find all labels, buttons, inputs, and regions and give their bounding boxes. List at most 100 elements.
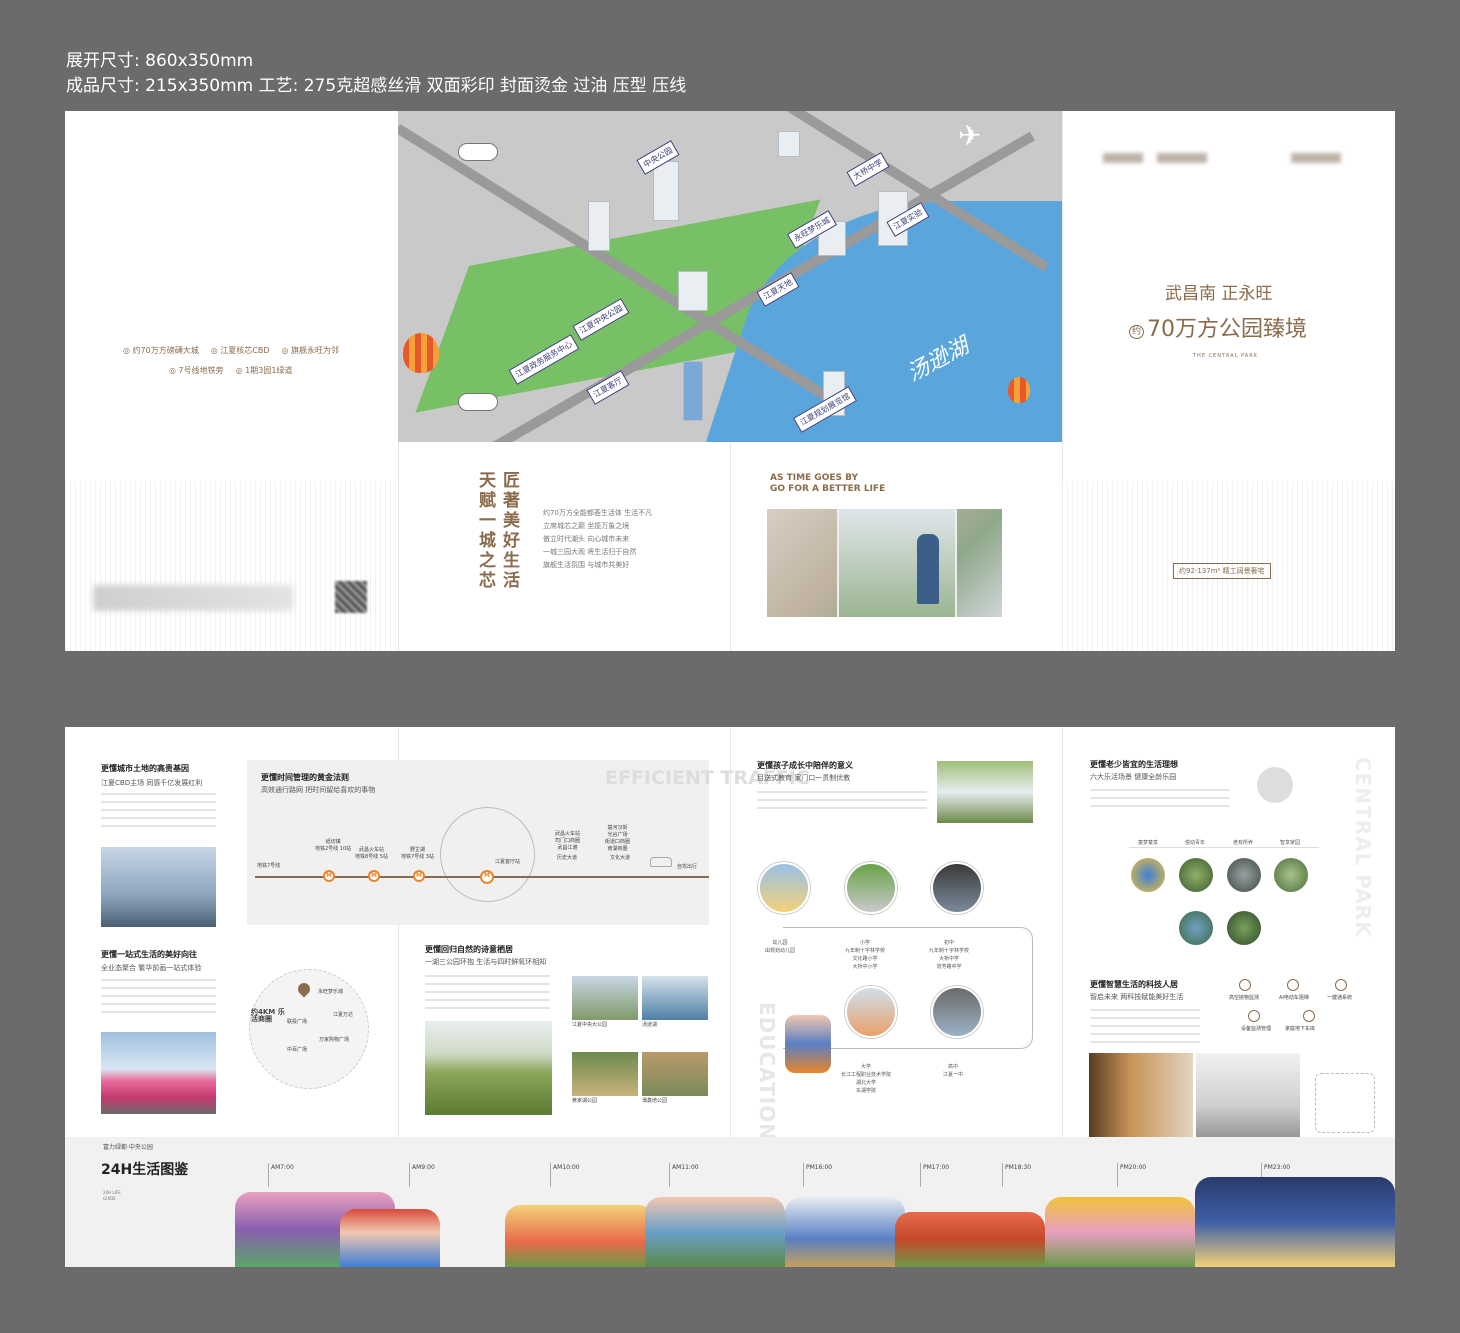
timeline-time: AM11:00: [672, 1164, 699, 1171]
station-label: 野芷湖 地铁7号线 3站: [401, 847, 434, 861]
park-thumb: [572, 1052, 638, 1096]
station-note: 地铁7号线 3站: [401, 854, 434, 860]
cover-slogan: 武昌南 正永旺: [1165, 284, 1273, 304]
self-drive-label: 自驾出行: [677, 864, 698, 870]
inside-sheet: 更懂城市土地的高贵基因 江夏CBD主场 同感千亿发展红利 EFFICIENT T…: [65, 727, 1395, 1267]
monitor-icon: [1248, 1010, 1260, 1022]
cover-english: THE CENTRAL PARK: [1193, 353, 1258, 359]
cloud-icon: [458, 143, 498, 161]
building: [678, 271, 708, 311]
qr-code: [335, 581, 367, 613]
timeline-time: PM18:30: [1005, 1164, 1032, 1171]
spec-line-1: 展开尺寸: 860x350mm: [66, 51, 254, 71]
section-subtitle: 全业态聚合 繁华前画一站式体验: [101, 964, 202, 972]
alarm-icon: [1335, 979, 1347, 991]
garage-photo: [1196, 1053, 1300, 1141]
timeline-time: AM9:00: [412, 1164, 435, 1171]
courtyard-photo: [1227, 858, 1261, 892]
intro-line: 旗舰生活氛围 与城市共美好: [543, 561, 630, 569]
section-subtitle: 高效通行路网 把时间留给喜欢的事物: [261, 786, 376, 794]
scene-tag: 童梦童享: [1138, 840, 1159, 846]
painter-figure: [917, 534, 939, 604]
feature-item: 江夏核芯CBD: [211, 345, 269, 356]
section-title: 更懂孩子成长中陪伴的意义: [757, 761, 853, 770]
headline-text: 70万方公园臻境: [1147, 317, 1308, 342]
divider: [1129, 847, 1319, 848]
section-title: 更懂时间管理的黄金法则: [261, 773, 349, 782]
feature-row: 约70万方磅礴大城 江夏核芯CBD 旗舰永旺为邻: [123, 345, 339, 356]
feature-row: 7号线地铁旁 1期3园1绿道: [169, 365, 293, 376]
lakeside-photo: [425, 1021, 552, 1115]
timeline-marker: [550, 1163, 551, 1187]
english-line: AS TIME GOES BY: [770, 473, 858, 483]
body-text-placeholder: [1090, 1009, 1200, 1043]
body-text-placeholder: [1090, 789, 1230, 811]
stage-name: 高中: [948, 1064, 959, 1070]
metro-icon: M: [368, 870, 380, 882]
feature-item: 7号线地铁旁: [169, 365, 224, 376]
body-text-placeholder: [425, 975, 550, 1011]
train-illustration: [340, 1209, 440, 1267]
tech-label: 一键通系统: [1327, 995, 1353, 1001]
metro-icon: M: [480, 870, 494, 884]
scene-tag: 悦动青年: [1185, 840, 1206, 846]
section-title: 更懂一站式生活的美好向往: [101, 950, 197, 959]
outside-sheet: 约70万方磅礴大城 江夏核芯CBD 旗舰永旺为邻 7号线地铁旁 1期3园1绿道 …: [65, 111, 1395, 651]
window-view: [837, 509, 957, 617]
station-name: 武昌火车站: [358, 847, 384, 853]
city-skyline-photo: [101, 847, 216, 927]
timeline-time: PM23:00: [1264, 1164, 1291, 1171]
intro-line: 立席城芯之巅 坐揽万象之境: [543, 522, 630, 530]
station-label: 武昌火车站 地铁8号线 5站: [355, 847, 388, 861]
school-names: 由规划幼儿园: [765, 948, 796, 954]
developer-logo: [1157, 153, 1207, 163]
blurred-phone-number: [93, 585, 293, 611]
timeline-subtitle: 24H LIFE GUIDE: [103, 1190, 121, 1201]
high-school-photo: [931, 986, 983, 1038]
ghost-english: EDUCATION: [755, 1002, 779, 1141]
intro-line: 约70万方全能都荟生活体 生活不凡: [543, 509, 653, 517]
station-name: 野芷湖: [409, 847, 425, 853]
school-names: 长江工程职业技术学院 湖北大学 东湖学院: [841, 1072, 892, 1094]
garden-photo: [1179, 858, 1213, 892]
park-label: 谭鑫培公园: [642, 1098, 668, 1104]
night-bedroom-illustration: [1195, 1177, 1395, 1267]
fountain-photo: [1179, 911, 1213, 945]
timeline-time: AM10:00: [553, 1164, 580, 1171]
airplane-icon: ✈: [958, 119, 982, 152]
section-subtitle: 江夏CBD主场 同感千亿发展红利: [101, 779, 203, 787]
intro-text: 约70万方全能都荟生活体 生活不凡 立席城芯之巅 坐揽万象之境 傲立时代潮头 向…: [543, 507, 652, 572]
tech-label: 高空抛物监测: [1229, 995, 1260, 1001]
feature-item: 1期3园1绿道: [236, 365, 292, 376]
child-illustration: [785, 1015, 831, 1073]
university-photo: [845, 986, 897, 1038]
metro-icon: M: [413, 870, 425, 882]
vertical-title: 天赋一城之芯: [475, 471, 495, 591]
school-names: 江夏一中: [943, 1072, 964, 1078]
building: [653, 161, 679, 221]
road-tag: 历史大道: [557, 855, 578, 861]
cover-headline: 约 70万方公园臻境: [1129, 311, 1307, 343]
radial-center-label: 约4KM 乐活商圈: [251, 1008, 285, 1023]
developer-logo: [1103, 153, 1143, 163]
project-logo: [1291, 153, 1341, 163]
stage-name: 初中: [944, 940, 955, 946]
radial-node: 江夏万达: [333, 1012, 354, 1018]
park-label: 黄家湖公园: [572, 1098, 598, 1104]
vertical-title: 匠著美好生活: [499, 471, 519, 591]
street-scene-illustration: [505, 1205, 655, 1267]
students-photo: [937, 761, 1033, 823]
body-text-placeholder: [757, 791, 927, 811]
station-label: 纸坊镇 地铁2号线 10站: [315, 839, 351, 853]
kindergarten-photo: [758, 862, 810, 914]
fold-line: [1062, 727, 1063, 1137]
cloud-icon: [458, 393, 498, 411]
isometric-map: 中央公园 大桥中学 江夏实验 永旺梦乐城 江夏天地 江夏中央公园 江夏政务服务中…: [398, 111, 1062, 442]
building: [778, 131, 800, 157]
road-tag: 文化大道: [610, 855, 631, 861]
radial-node: 联投广场: [287, 1019, 308, 1025]
intro-line: 一城三园大观 将生活归于自然: [543, 548, 637, 556]
park-label: 江夏中央大公园: [572, 1022, 608, 1028]
timeline-time: AM7:00: [271, 1164, 294, 1171]
metro-icon: M: [323, 870, 335, 882]
